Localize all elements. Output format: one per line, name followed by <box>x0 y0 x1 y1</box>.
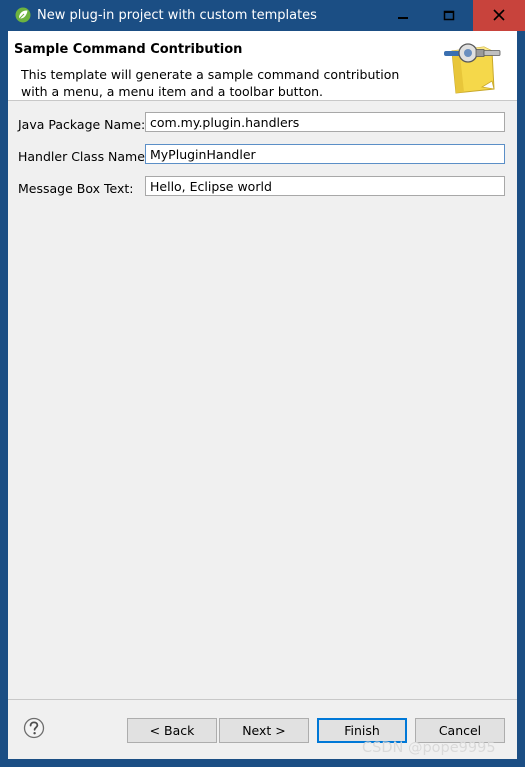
page-title: Sample Command Contribution <box>14 42 243 57</box>
message-box-input[interactable] <box>145 176 505 196</box>
handler-class-label: Handler Class Name: <box>18 149 150 164</box>
help-icon[interactable] <box>23 717 45 739</box>
minimize-icon <box>398 17 408 19</box>
page-description: This template will generate a sample com… <box>21 67 400 99</box>
title-bar[interactable]: New plug-in project with custom template… <box>0 0 525 31</box>
dialog-content: Sample Command Contribution This templat… <box>8 31 517 759</box>
back-button[interactable]: < Back <box>127 718 217 743</box>
java-package-label: Java Package Name: <box>18 117 146 132</box>
maximize-button[interactable] <box>426 0 472 31</box>
watermark-text: CSDN @pope9995 <box>362 740 496 756</box>
footer-divider <box>8 699 517 700</box>
maximize-icon <box>443 10 455 21</box>
plugin-wizard-icon <box>444 43 501 94</box>
close-icon <box>493 9 505 21</box>
window-title: New plug-in project with custom template… <box>37 8 317 23</box>
close-button[interactable] <box>473 0 525 31</box>
wizard-header: Sample Command Contribution This templat… <box>8 31 517 101</box>
java-package-input[interactable] <box>145 112 505 132</box>
minimize-button[interactable] <box>380 0 426 31</box>
dialog-window: New plug-in project with custom template… <box>0 0 525 767</box>
spring-leaf-icon <box>15 7 31 23</box>
handler-class-input[interactable] <box>145 144 505 164</box>
message-box-label: Message Box Text: <box>18 181 134 196</box>
next-button[interactable]: Next > <box>219 718 309 743</box>
